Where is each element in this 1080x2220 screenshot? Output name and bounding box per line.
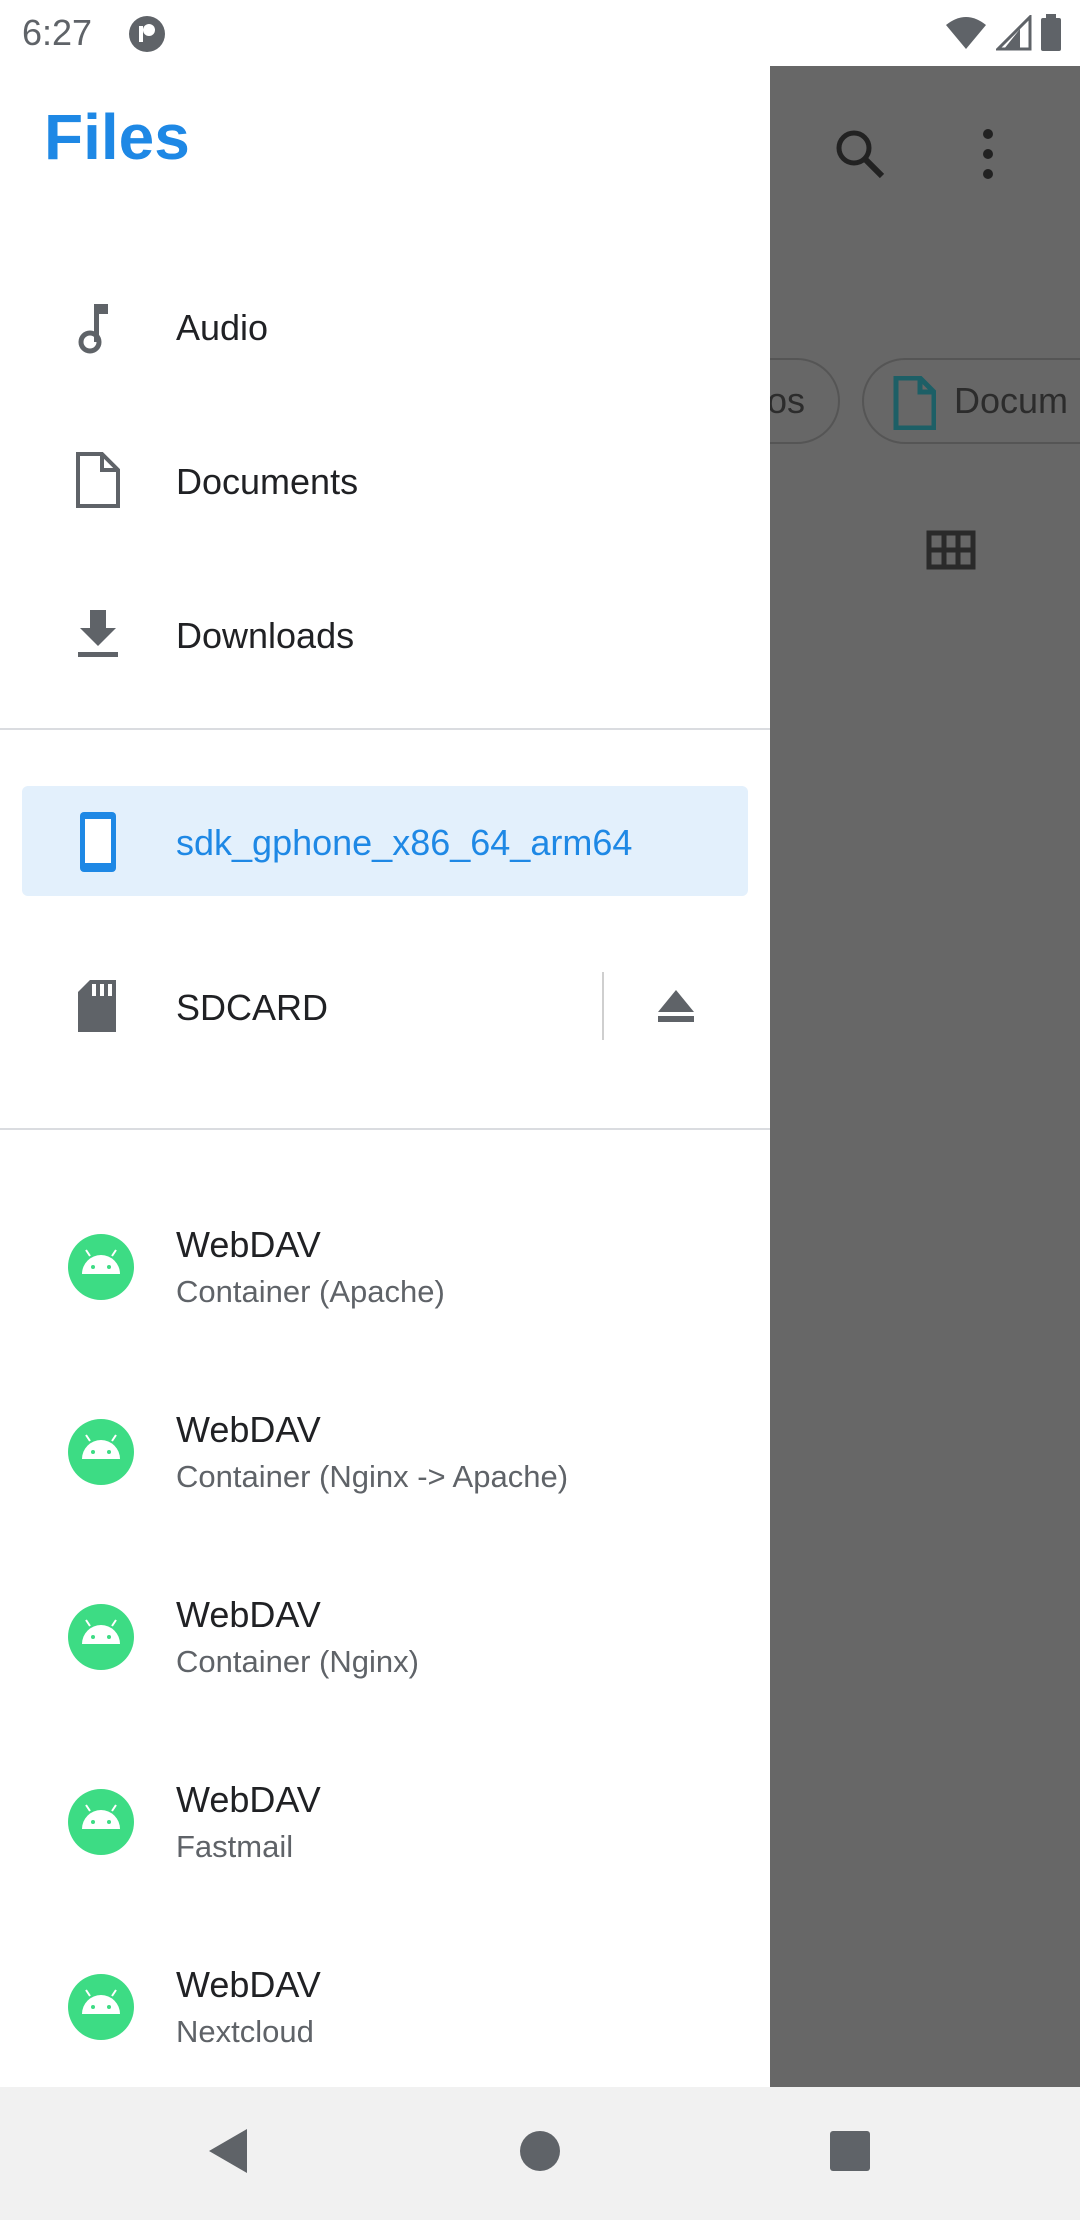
drawer-item-webdav-provider[interactable]: WebDAV Container (Apache) [0, 1204, 770, 1344]
divider [0, 728, 770, 730]
drawer-item-sdcard[interactable]: SDCARD [0, 956, 600, 1056]
system-navigation-bar [0, 2087, 1080, 2220]
provider-title: WebDAV [176, 1409, 321, 1450]
android-app-icon [68, 1234, 134, 1305]
android-app-icon [68, 1789, 134, 1860]
filter-chip: os [770, 358, 840, 444]
provider-subtitle: Container (Nginx -> Apache) [176, 1459, 569, 1494]
document-icon [892, 375, 937, 439]
provider-subtitle: Fastmail [176, 1829, 294, 1864]
divider [0, 1128, 770, 1130]
eject-icon[interactable] [656, 988, 696, 1029]
provider-subtitle: Container (Apache) [176, 1274, 445, 1309]
battery-icon [1040, 14, 1062, 57]
provider-title: WebDAV [176, 1224, 321, 1265]
android-app-icon [68, 1419, 134, 1490]
status-time: 6:27 [22, 12, 93, 53]
drawer-item-downloads[interactable]: Downloads [0, 584, 770, 684]
provider-title: WebDAV [176, 1779, 321, 1820]
phone-icon [68, 810, 128, 879]
drawer-item-webdav-provider[interactable]: WebDAV Container (Nginx -> Apache) [0, 1389, 770, 1529]
android-app-icon [68, 1974, 134, 2045]
drawer-item-label: SDCARD [176, 987, 329, 1028]
background-app-scrim[interactable]: os Docum [770, 66, 1080, 2087]
music-note-icon [68, 298, 128, 363]
drawer-title: Files [44, 101, 190, 173]
app-notification-icon [127, 14, 167, 59]
provider-title: WebDAV [176, 1964, 321, 2005]
drawer-item-label: Audio [176, 307, 269, 348]
drawer-item-webdav-provider[interactable]: WebDAV Nextcloud [0, 1944, 770, 2084]
provider-title: WebDAV [176, 1594, 321, 1635]
document-icon [68, 450, 128, 515]
recents-button[interactable] [828, 2123, 872, 2184]
back-button[interactable] [203, 2123, 251, 2184]
drawer-item-label: Downloads [176, 615, 355, 656]
provider-subtitle: Nextcloud [176, 2014, 314, 2049]
drawer-item-device[interactable]: sdk_gphone_x86_64_arm64 [0, 786, 770, 896]
wifi-icon [944, 15, 988, 56]
navigation-drawer: Files Audio Documents Downloads sdk_gpho… [0, 66, 770, 2087]
download-icon [68, 604, 128, 669]
drawer-item-webdav-provider[interactable]: WebDAV Container (Nginx) [0, 1574, 770, 1714]
cell-signal-icon [994, 13, 1032, 56]
filter-chip-documents: Docum [862, 358, 1080, 444]
search-icon [832, 126, 888, 187]
sd-card-icon [68, 976, 128, 1041]
drawer-item-documents[interactable]: Documents [0, 430, 770, 530]
drawer-item-label: sdk_gphone_x86_64_arm64 [176, 822, 633, 863]
drawer-item-audio[interactable]: Audio [0, 276, 770, 376]
drawer-item-label: Documents [176, 461, 359, 502]
android-app-icon [68, 1604, 134, 1675]
provider-subtitle: Container (Nginx) [176, 1644, 419, 1679]
chip-label: os [770, 380, 806, 421]
drawer-item-webdav-provider[interactable]: WebDAV Fastmail [0, 1759, 770, 1899]
status-bar: 6:27 [0, 0, 1080, 66]
grid-view-icon [926, 530, 976, 575]
eject-separator [602, 972, 604, 1040]
chip-label: Docum [954, 380, 1069, 421]
more-options-icon [978, 126, 998, 187]
home-button[interactable] [518, 2123, 562, 2184]
